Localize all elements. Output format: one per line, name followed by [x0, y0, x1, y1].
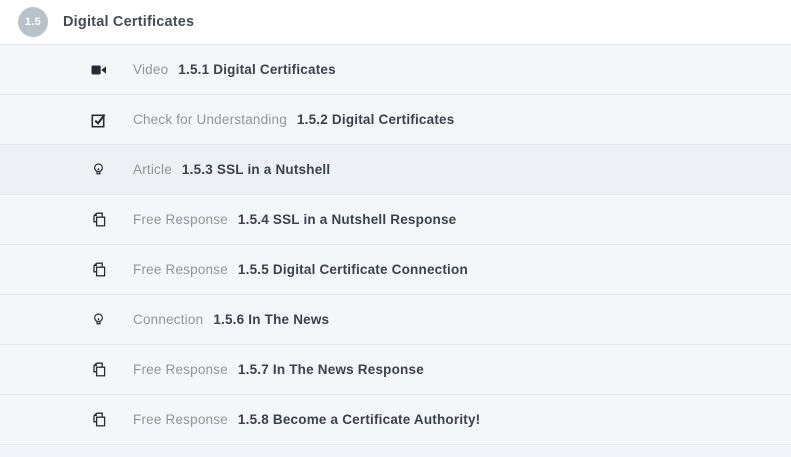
pages-icon — [90, 411, 107, 428]
item-type-label: Free Response — [133, 212, 228, 227]
lesson-row[interactable]: Free Response 1.5.4 SSL in a Nutshell Re… — [0, 195, 791, 245]
lesson-list: Video 1.5.1 Digital Certificates Check f… — [0, 45, 791, 445]
item-title: 1.5.1 Digital Certificates — [178, 62, 336, 77]
check-icon — [90, 111, 107, 128]
item-title: 1.5.8 Become a Certificate Authority! — [238, 412, 480, 427]
item-title: 1.5.2 Digital Certificates — [297, 112, 455, 127]
lesson-row[interactable]: Free Response 1.5.7 In The News Response — [0, 345, 791, 395]
pages-icon — [90, 211, 107, 228]
lesson-row[interactable]: Connection 1.5.6 In The News — [0, 295, 791, 345]
pages-icon — [90, 361, 107, 378]
item-title: 1.5.3 SSL in a Nutshell — [182, 162, 330, 177]
item-title: 1.5.7 In The News Response — [238, 362, 424, 377]
item-title: 1.5.4 SSL in a Nutshell Response — [238, 212, 456, 227]
item-type-label: Free Response — [133, 262, 228, 277]
lesson-row[interactable]: Free Response 1.5.5 Digital Certificate … — [0, 245, 791, 295]
lesson-row[interactable]: Free Response 1.5.8 Become a Certificate… — [0, 395, 791, 445]
item-type-label: Connection — [133, 312, 203, 327]
lightbulb-icon — [90, 311, 107, 328]
lesson-row[interactable]: Check for Understanding 1.5.2 Digital Ce… — [0, 95, 791, 145]
item-type-label: Check for Understanding — [133, 112, 287, 127]
item-type-label: Free Response — [133, 412, 228, 427]
item-title: 1.5.5 Digital Certificate Connection — [238, 262, 468, 277]
curriculum-section: 1.5 Digital Certificates Video 1.5.1 Dig… — [0, 0, 791, 457]
pages-icon — [90, 261, 107, 278]
next-row-partial — [0, 445, 791, 457]
section-number-badge: 1.5 — [18, 7, 48, 37]
item-type-label: Article — [133, 162, 172, 177]
lesson-row[interactable]: Article 1.5.3 SSL in a Nutshell — [0, 145, 791, 195]
item-type-label: Free Response — [133, 362, 228, 377]
item-type-label: Video — [133, 62, 168, 77]
section-header[interactable]: 1.5 Digital Certificates — [0, 0, 791, 45]
section-title: Digital Certificates — [63, 14, 194, 30]
video-icon — [90, 61, 107, 78]
item-title: 1.5.6 In The News — [213, 312, 329, 327]
lesson-row[interactable]: Video 1.5.1 Digital Certificates — [0, 45, 791, 95]
lightbulb-icon — [90, 161, 107, 178]
